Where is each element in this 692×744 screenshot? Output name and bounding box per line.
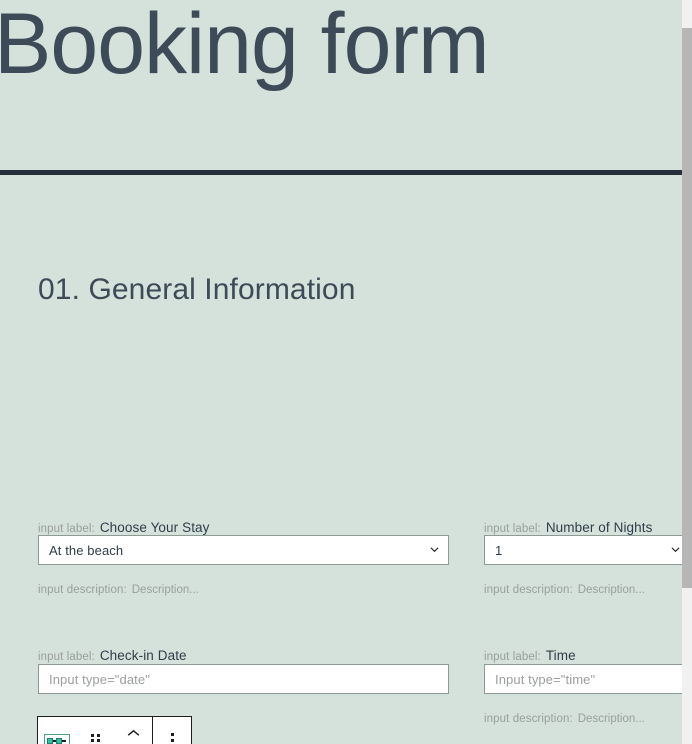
drag-handle-button[interactable] xyxy=(76,717,114,744)
field-description-number-of-nights: input description: Description... xyxy=(484,581,645,597)
description-text: Description... xyxy=(577,713,645,725)
select-value: At the beach xyxy=(49,542,124,558)
block-toolbar-main-group xyxy=(38,717,152,744)
field-label-checkin-date: input label: Check-in Date xyxy=(38,648,187,664)
label-prefix: input label: xyxy=(38,523,95,535)
label-prefix: input label: xyxy=(484,651,541,663)
chevron-down-icon xyxy=(671,545,680,554)
description-prefix: input description: xyxy=(38,584,127,596)
select-number-of-nights[interactable]: 1 xyxy=(484,535,682,565)
select-choose-your-stay[interactable]: At the beach xyxy=(38,535,449,565)
description-text: Description... xyxy=(131,584,199,596)
block-mover-button[interactable] xyxy=(114,717,152,744)
input-placeholder: Input type="time" xyxy=(495,671,596,687)
header-divider xyxy=(0,170,682,175)
label-prefix: input label: xyxy=(38,651,95,663)
form-input-block-icon xyxy=(44,733,70,744)
input-checkin-date[interactable]: Input type="date" xyxy=(38,664,449,694)
block-options-button[interactable] xyxy=(153,717,191,744)
block-mover-icons xyxy=(127,729,140,744)
description-text: Description... xyxy=(577,584,645,596)
vertical-scrollbar[interactable] xyxy=(682,0,692,744)
page-title: Booking form xyxy=(0,0,490,92)
select-value: 1 xyxy=(495,542,503,558)
field-description-choose-your-stay: input description: Description... xyxy=(38,581,199,597)
form-editor-canvas: Booking form 01. General Information inp… xyxy=(0,0,682,744)
chevron-up-icon xyxy=(127,729,139,736)
label-prefix: input label: xyxy=(484,523,541,535)
label-text: Check-in Date xyxy=(99,648,187,663)
field-label-number-of-nights: input label: Number of Nights xyxy=(484,520,652,536)
description-prefix: input description: xyxy=(484,713,573,725)
field-description-time: input description: Description... xyxy=(484,710,645,726)
label-text: Choose Your Stay xyxy=(99,520,210,535)
block-type-button[interactable] xyxy=(38,717,76,744)
section-heading: 01. General Information xyxy=(38,273,356,306)
field-label-time: input label: Time xyxy=(484,648,576,664)
drag-handle-icon xyxy=(90,734,100,744)
input-time[interactable]: Input type="time" xyxy=(484,664,682,694)
field-label-choose-your-stay: input label: Choose Your Stay xyxy=(38,520,210,536)
description-prefix: input description: xyxy=(484,584,573,596)
label-text: Number of Nights xyxy=(545,520,653,535)
chevron-down-icon xyxy=(430,545,439,554)
block-toolbar-options-group xyxy=(152,717,191,744)
input-placeholder: Input type="date" xyxy=(49,671,150,687)
scrollbar-thumb[interactable] xyxy=(682,28,692,588)
page-header: Booking form xyxy=(0,0,682,175)
more-options-kebab-icon xyxy=(170,733,174,744)
block-toolbar[interactable] xyxy=(37,716,192,744)
label-text: Time xyxy=(545,648,576,663)
